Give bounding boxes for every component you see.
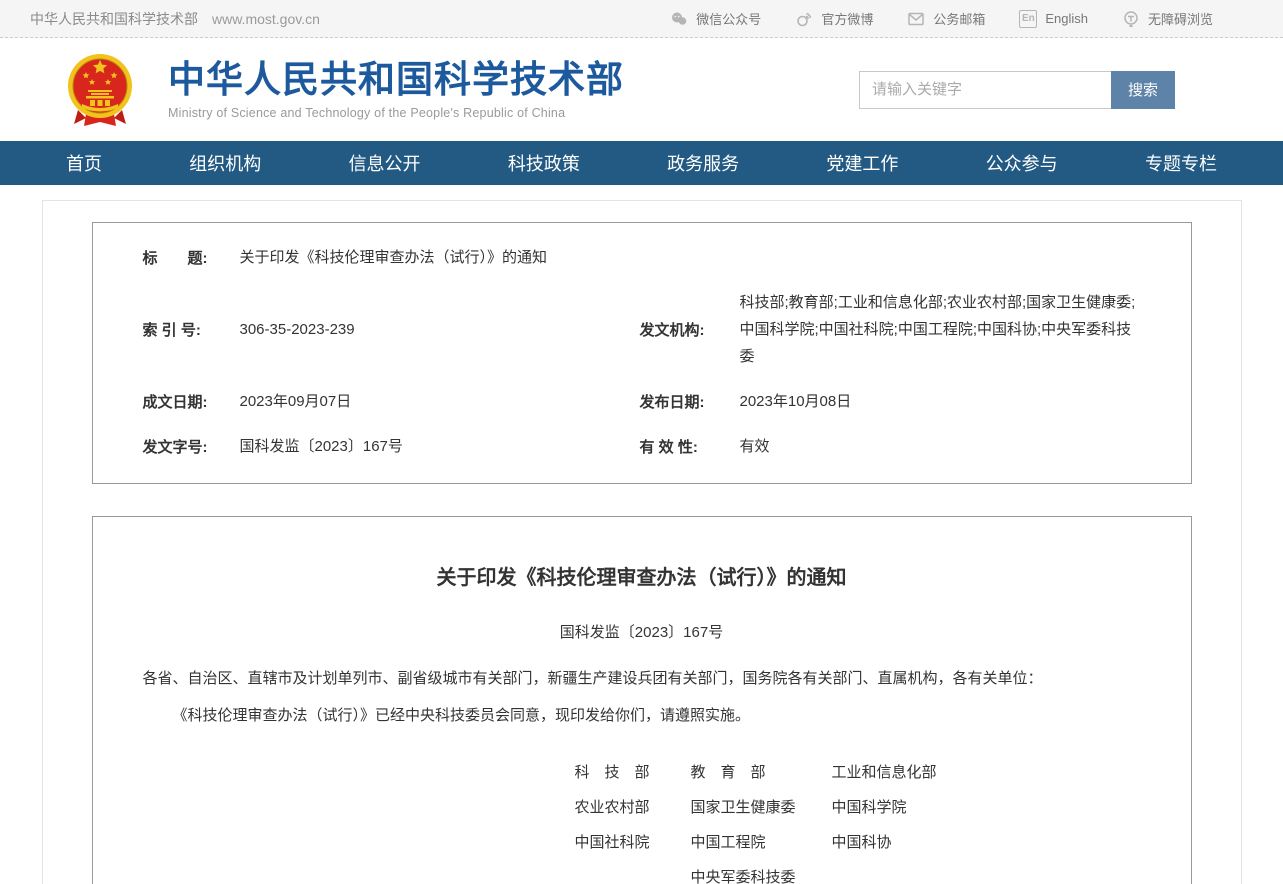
signature-cell: 工业和信息化部: [832, 754, 1141, 789]
meta-issuing-org-value: 科技部;教育部;工业和信息化部;农业农村部;国家卫生健康委;中国科学院;中国社科…: [740, 280, 1136, 379]
accessibility-link[interactable]: 无障碍浏览: [1122, 9, 1213, 28]
quick-links: 微信公众号 官方微博 公务邮箱 En English 无障碍浏览: [670, 9, 1213, 28]
site-identity: 中华人民共和国科学技术部 www.most.gov.cn: [30, 9, 320, 29]
document-paragraph: 《科技伦理审查办法（试行）》已经中央科技委员会同意，现印发给你们，请遵照实施。: [143, 705, 1141, 727]
nav-item-special-topics[interactable]: 专题专栏: [1145, 150, 1217, 176]
main-nav: 首页 组织机构 信息公开 科技政策 政务服务 党建工作 公众参与 专题专栏: [0, 141, 1283, 185]
signature-cell: 教 育 部: [691, 754, 832, 789]
meta-doc-number-label: 发文字号:: [143, 427, 240, 466]
document-title: 关于印发《科技伦理审查办法（试行）》的通知: [143, 561, 1141, 590]
weibo-icon: [795, 10, 813, 28]
nav-item-organization[interactable]: 组织机构: [189, 150, 261, 176]
document-body-box: 关于印发《科技伦理审查办法（试行）》的通知 国科发监〔2023〕167号 各省、…: [92, 516, 1192, 884]
meta-publish-date-value: 2023年10月08日: [740, 379, 1136, 424]
mail-link[interactable]: 公务邮箱: [907, 9, 985, 28]
nav-item-party-building[interactable]: 党建工作: [826, 150, 898, 176]
meta-title-value: 关于印发《科技伦理审查办法（试行）》的通知: [240, 235, 1136, 280]
wechat-link[interactable]: 微信公众号: [670, 9, 761, 28]
meta-issuing-org-label: 发文机构:: [640, 310, 740, 349]
site-header: 中华人民共和国科学技术部 Ministry of Science and Tec…: [0, 38, 1283, 141]
signature-cell: 中国科学院: [832, 789, 1141, 824]
document-paragraph: 各省、自治区、直辖市及计划单列市、副省级城市有关部门，新疆生产建设兵团有关部门，…: [143, 668, 1141, 690]
nav-item-sci-policy[interactable]: 科技政策: [508, 150, 580, 176]
nav-item-public-participation[interactable]: 公众参与: [986, 150, 1058, 176]
signature-cell: [575, 859, 691, 884]
english-icon: En: [1019, 10, 1037, 28]
signature-cell: 中国科协: [832, 824, 1141, 859]
search-button[interactable]: 搜索: [1111, 71, 1175, 109]
top-utility-bar: 中华人民共和国科学技术部 www.most.gov.cn 微信公众号 官方微博 …: [0, 0, 1283, 38]
brand-block: 中华人民共和国科学技术部 Ministry of Science and Tec…: [168, 59, 624, 120]
signature-cell: 科 技 部: [575, 754, 691, 789]
meta-validity-label: 有 效 性:: [640, 427, 740, 466]
signature-block: 科 技 部 教 育 部 工业和信息化部 农业农村部 国家卫生健康委 中国科学院 …: [575, 754, 1141, 884]
accessibility-icon: [1122, 10, 1140, 28]
document-metadata-box: 标 题: 关于印发《科技伦理审查办法（试行）》的通知 索 引 号: 306-35…: [92, 222, 1192, 484]
nav-item-gov-services[interactable]: 政务服务: [667, 150, 739, 176]
signature-cell: 国家卫生健康委: [691, 789, 832, 824]
signature-cell: 中央军委科技委: [691, 859, 832, 884]
signature-cell: 中国社科院: [575, 824, 691, 859]
weibo-link[interactable]: 官方微博: [795, 9, 873, 28]
meta-title-label: 标 题:: [143, 238, 240, 277]
site-url[interactable]: www.most.gov.cn: [212, 11, 320, 27]
meta-publish-date-label: 发布日期:: [640, 382, 740, 421]
english-label: English: [1045, 11, 1088, 26]
site-title-en: Ministry of Science and Technology of th…: [168, 106, 624, 120]
meta-index-label: 索 引 号:: [143, 310, 240, 349]
meta-written-date-value: 2023年09月07日: [240, 379, 640, 424]
national-emblem-logo: [64, 52, 136, 128]
english-link[interactable]: En English: [1019, 10, 1088, 28]
meta-validity-value: 有效: [740, 424, 1136, 469]
meta-written-date-label: 成文日期:: [143, 382, 240, 421]
mail-label: 公务邮箱: [933, 9, 985, 28]
weibo-label: 官方微博: [821, 9, 873, 28]
site-title-zh: 中华人民共和国科学技术部: [168, 59, 624, 102]
nav-item-home[interactable]: 首页: [66, 150, 102, 176]
nav-item-info-disclosure[interactable]: 信息公开: [349, 150, 421, 176]
content-card: 标 题: 关于印发《科技伦理审查办法（试行）》的通知 索 引 号: 306-35…: [42, 200, 1242, 884]
wechat-label: 微信公众号: [696, 9, 761, 28]
search-box: 搜索: [859, 71, 1175, 109]
signature-cell: 农业农村部: [575, 789, 691, 824]
accessibility-label: 无障碍浏览: [1148, 9, 1213, 28]
mail-icon: [907, 10, 925, 28]
search-input[interactable]: [859, 71, 1111, 109]
metadata-grid: 标 题: 关于印发《科技伦理审查办法（试行）》的通知 索 引 号: 306-35…: [93, 235, 1191, 469]
site-name: 中华人民共和国科学技术部: [30, 9, 198, 29]
meta-index-value: 306-35-2023-239: [240, 307, 640, 352]
wechat-icon: [670, 10, 688, 28]
document-number: 国科发监〔2023〕167号: [143, 621, 1141, 642]
signature-cell: 中国工程院: [691, 824, 832, 859]
signature-cell: [832, 859, 1141, 884]
meta-doc-number-value: 国科发监〔2023〕167号: [240, 424, 640, 469]
